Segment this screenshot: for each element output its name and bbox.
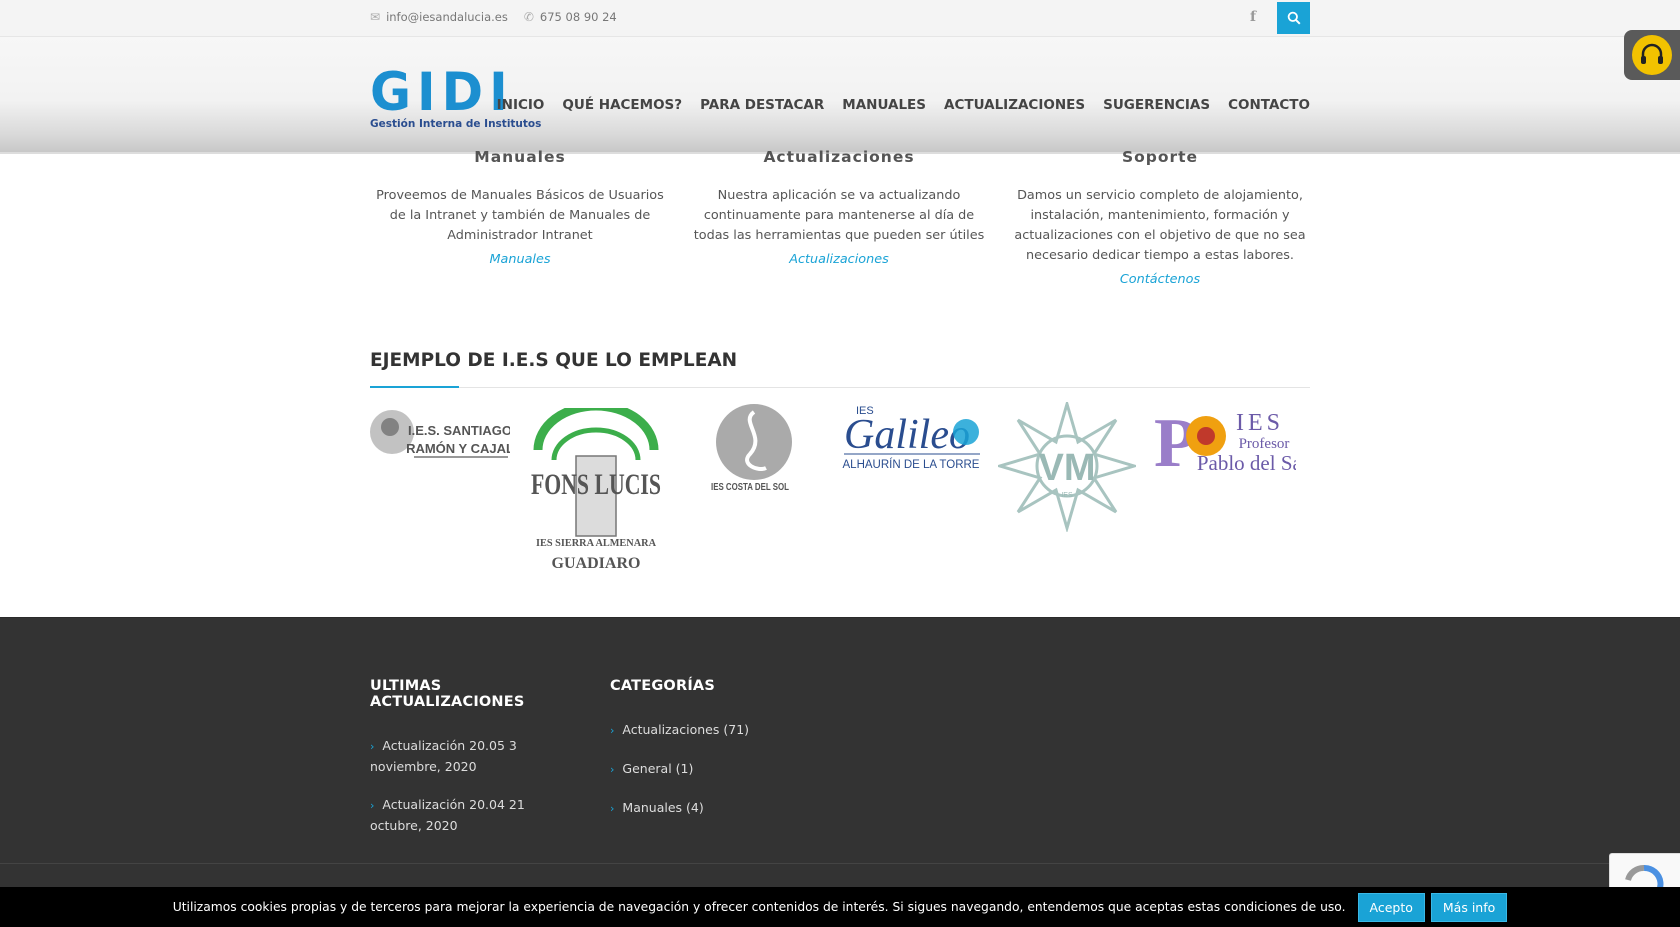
top-bar: ✉ info@iesandalucia.es ✆ 675 08 90 24 f — [0, 0, 1680, 37]
nav-item-para-destacar[interactable]: PARA DESTACAR — [700, 97, 824, 113]
chevron-right-icon: › — [610, 763, 615, 776]
nav-item-manuales[interactable]: MANUALES — [842, 97, 926, 113]
feature-link-manuales[interactable]: Manuales — [370, 252, 670, 267]
examples-title: EJEMPLO DE I.E.S QUE LO EMPLEAN — [370, 350, 738, 371]
cookie-more-info-button[interactable]: Más info — [1430, 892, 1508, 922]
nav-item-que-hacemos[interactable]: QUÉ HACEMOS? — [562, 97, 682, 113]
logo-line3: ALHAURÍN DE LA TORRE — [843, 458, 980, 471]
list-item[interactable]: › General (1) — [610, 759, 810, 780]
chevron-right-icon: › — [610, 724, 615, 737]
feature-soporte: Soporte Damos un servicio completo de al… — [1010, 148, 1310, 287]
footer-latest-updates: ULTIMAS ACTUALIZACIONES › Actualización 2… — [370, 678, 580, 854]
footer-divider — [0, 863, 1680, 864]
search-button[interactable] — [1277, 2, 1310, 34]
nav-item-actualizaciones[interactable]: ACTUALIZACIONES — [944, 97, 1085, 113]
logo-line1: IES COSTA DEL SOL — [711, 482, 789, 492]
divider-accent — [370, 386, 459, 388]
envelope-icon: ✉ — [370, 10, 381, 24]
category-count: (1) — [675, 761, 694, 776]
logo-ies-santiago-ramon-y-cajal[interactable]: I.E.S. SANTIAGO RAMÓN Y CAJAL — [370, 403, 510, 461]
feature-text: Damos un servicio completo de alojamient… — [1014, 188, 1306, 263]
category-count: (4) — [686, 800, 704, 815]
logo-ies-costa-del-sol[interactable]: IES COSTA DEL SOL — [710, 402, 794, 492]
logo-line1: IES — [1236, 410, 1284, 436]
chevron-right-icon: › — [370, 799, 375, 812]
update-title[interactable]: Actualización 20.04 — [382, 797, 505, 812]
list-item[interactable]: › Actualización 20.04 21 octubre, 2020 — [370, 795, 580, 836]
cookie-message: Utilizamos cookies propias y de terceros… — [172, 900, 1346, 914]
logo-ies-galileo[interactable]: IES Galileo ALHAURÍN DE LA TORRE — [840, 402, 982, 472]
feature-title: Actualizaciones — [763, 148, 915, 166]
cookie-accept-button[interactable]: Acepto — [1357, 892, 1425, 922]
logo-ies-vm[interactable]: VM IES — [998, 402, 1136, 532]
feature-actualizaciones: Actualizaciones Nuestra aplicación se va… — [689, 148, 989, 267]
category-name[interactable]: General — [622, 761, 671, 776]
headphones-icon — [1632, 35, 1672, 75]
phone-icon: ✆ — [523, 10, 534, 24]
list-item[interactable]: › Actualización 20.05 3 noviembre, 2020 — [370, 736, 580, 777]
phone-text: 675 08 90 24 — [539, 10, 617, 24]
divider — [370, 387, 1310, 388]
logo-line2: Galileo — [844, 412, 970, 458]
footer-list: › Actualizaciones (71) › General (1) › Manu… — [610, 720, 810, 819]
logo-line2: RAMÓN Y CAJAL — [406, 441, 510, 456]
feature-manuales: Manuales Proveemos de Manuales Básicos d… — [370, 148, 670, 267]
update-title[interactable]: Actualización 20.05 — [382, 738, 505, 753]
site-header: GIDI Gestión Interna de Institutos INICI… — [0, 37, 1680, 154]
logo-ies-sierra-almenara[interactable]: FONS LUCIS IES SIERRA ALMENARA GUADIARO — [528, 408, 664, 576]
email-text[interactable]: info@iesandalucia.es — [386, 10, 508, 24]
logo-line2: Profesor — [1239, 436, 1290, 452]
logo-line1: FONS LUCIS — [531, 468, 661, 501]
footer-categories: CATEGORÍAS › Actualizaciones (71) › Genera… — [610, 678, 810, 837]
feature-link-actualizaciones[interactable]: Actualizaciones — [689, 252, 989, 267]
logo-ies-pablo-del-saz[interactable]: P IES Profesor Pablo del Saz — [1154, 402, 1296, 478]
email-item[interactable]: ✉ info@iesandalucia.es — [370, 10, 508, 24]
feature-text: Proveemos de Manuales Básicos de Usuario… — [376, 188, 664, 243]
logo-line3: Pablo del Saz — [1197, 451, 1296, 475]
category-name[interactable]: Actualizaciones — [622, 722, 719, 737]
accessibility-widget[interactable] — [1624, 30, 1680, 80]
main-nav: INICIO QUÉ HACEMOS? PARA DESTACAR MANUAL… — [497, 97, 1310, 113]
chevron-right-icon: › — [610, 802, 615, 815]
logo-line1: VM — [1039, 447, 1096, 489]
phone-item: ✆ 675 08 90 24 — [524, 10, 617, 24]
footer-col-title: ULTIMAS ACTUALIZACIONES — [370, 678, 525, 710]
nav-item-inicio[interactable]: INICIO — [497, 97, 545, 113]
footer-col-title: CATEGORÍAS — [610, 678, 715, 694]
category-count: (71) — [723, 722, 750, 737]
nav-item-contacto[interactable]: CONTACTO — [1228, 97, 1310, 113]
cookie-bar: Utilizamos cookies propias y de terceros… — [0, 887, 1680, 927]
facebook-icon[interactable]: f — [1250, 9, 1256, 25]
feature-title: Manuales — [474, 148, 566, 166]
footer-list: › Actualización 20.05 3 noviembre, 2020 ›… — [370, 736, 580, 836]
logo-line1: I.E.S. SANTIAGO — [408, 423, 510, 438]
feature-text: Nuestra aplicación se va actualizando co… — [693, 188, 985, 243]
logo-line2: IES SIERRA ALMENARA — [536, 537, 656, 549]
chevron-right-icon: › — [370, 740, 375, 753]
feature-title: Soporte — [1121, 148, 1199, 166]
site-footer: ULTIMAS ACTUALIZACIONES › Actualización 2… — [0, 617, 1680, 927]
list-item[interactable]: › Manuales (4) — [610, 798, 810, 819]
logo-line2: IES — [1061, 492, 1073, 499]
nav-item-sugerencias[interactable]: SUGERENCIAS — [1103, 97, 1210, 113]
search-icon — [1287, 11, 1301, 25]
contact-info: ✉ info@iesandalucia.es ✆ 675 08 90 24 — [370, 10, 617, 24]
feature-link-contactenos[interactable]: Contáctenos — [1010, 272, 1310, 287]
category-name[interactable]: Manuales — [622, 800, 682, 815]
logo-line3: GUADIARO — [552, 555, 641, 572]
list-item[interactable]: › Actualizaciones (71) — [610, 720, 810, 741]
